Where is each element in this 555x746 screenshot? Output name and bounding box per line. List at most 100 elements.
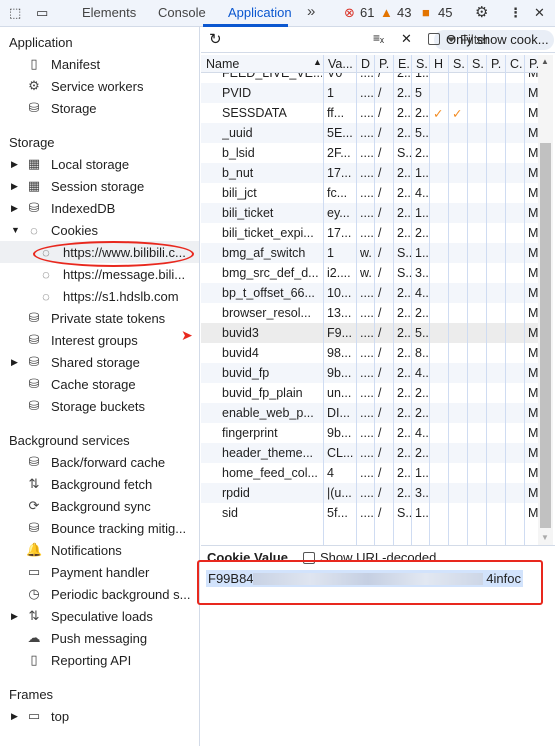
more-options-icon[interactable]: ⋮ — [509, 5, 522, 21]
refresh-icon[interactable]: ↻ — [209, 30, 222, 48]
table-row[interactable]: bmg_af_switch 1 w. / S.. 1.. M — [201, 243, 538, 263]
sidebar-item-session-storage[interactable]: ▶ ▦ Session storage — [0, 175, 199, 197]
column-divider[interactable] — [323, 55, 324, 545]
issue-count[interactable]: 45 — [438, 5, 452, 20]
sidebar-item-cookies[interactable]: ▼ ◌ Cookies — [0, 219, 199, 241]
table-row[interactable]: sid 5f....... / S.. 1.. M — [201, 503, 538, 523]
close-icon[interactable]: ✕ — [534, 5, 545, 21]
column-divider[interactable] — [429, 55, 430, 545]
sort-ascending-icon[interactable]: ▲ — [313, 57, 322, 67]
sidebar-item-speculative-loads[interactable]: ▶ ⇅ Speculative loads — [0, 605, 199, 627]
sidebar-item-local-storage[interactable]: ▶ ▦ Local storage — [0, 153, 199, 175]
scrollbar-thumb[interactable] — [540, 143, 551, 528]
cookie-site-hdslb[interactable]: ◌ https://s1.hdslb.com — [0, 285, 199, 307]
sidebar-item-service-workers[interactable]: ⚙ Service workers — [0, 75, 199, 97]
table-row[interactable]: buvid3 F9....... / 2.. 5.. M — [201, 323, 538, 343]
scroll-up-icon[interactable]: ▲ — [541, 57, 549, 66]
sidebar-item-indexeddb[interactable]: ▶ ⛁ IndexedDB — [0, 197, 199, 219]
sidebar-item-reporting-api[interactable]: ▯ Reporting API — [0, 649, 199, 671]
column-header[interactable]: P. — [379, 57, 389, 71]
column-divider[interactable] — [356, 55, 357, 545]
error-count[interactable]: 61 — [360, 5, 374, 20]
tab-application[interactable]: Application — [228, 5, 292, 20]
expand-arrow-icon[interactable]: ▶ — [11, 203, 18, 214]
scroll-down-icon[interactable]: ▼ — [541, 533, 549, 542]
column-divider[interactable] — [505, 55, 506, 545]
sidebar-item-bounce-tracking[interactable]: ⛁ Bounce tracking mitig... — [0, 517, 199, 539]
table-row[interactable]: bili_jct fc....... / 2.. 4.. M — [201, 183, 538, 203]
column-header[interactable]: P. — [491, 57, 501, 71]
table-cell: / — [378, 166, 382, 180]
column-header[interactable]: Va... — [328, 57, 353, 71]
table-row[interactable]: b_nut 17....... / 2.. 1.. M — [201, 163, 538, 183]
sidebar-item-frame-top[interactable]: ▶ ▭ top — [0, 705, 199, 727]
expand-arrow-icon[interactable]: ▶ — [11, 357, 18, 368]
column-header[interactable]: Name — [206, 57, 239, 71]
expand-arrow-icon[interactable]: ▶ — [11, 711, 18, 722]
delete-selected-icon[interactable]: ✕ — [401, 31, 412, 47]
clear-all-icon[interactable]: ≡ₓ — [373, 31, 384, 45]
expand-arrow-icon[interactable]: ▶ — [11, 611, 18, 622]
sidebar-item-interest-groups[interactable]: ⛁ Interest groups — [0, 329, 199, 351]
table-row[interactable]: home_feed_col... 4.... / 2.. 1.. M — [201, 463, 538, 483]
table-row[interactable]: SESSDATA ff....... / 2.. 2.. ✓ ✓ M — [201, 103, 538, 123]
sidebar-item-cache-storage[interactable]: ⛁ Cache storage — [0, 373, 199, 395]
table-row[interactable]: bmg_src_def_d... i2.... w. / S.. 3.. M — [201, 263, 538, 283]
column-header[interactable]: S. — [472, 57, 484, 71]
table-cell: M — [528, 126, 538, 140]
expand-arrow-icon[interactable]: ▶ — [11, 181, 18, 192]
only-show-checkbox[interactable] — [428, 33, 440, 45]
table-row[interactable]: PVID 1.... / 2.. 5 M — [201, 83, 538, 103]
cookie-site-message[interactable]: ◌ https://message.bili... — [0, 263, 199, 285]
tab-elements[interactable]: Elements — [82, 5, 136, 20]
column-divider[interactable] — [393, 55, 394, 545]
sidebar-item-storage-buckets[interactable]: ⛁ Storage buckets — [0, 395, 199, 417]
table-row[interactable]: bp_t_offset_66... 10....... / 2.. 4.. M — [201, 283, 538, 303]
column-header[interactable]: S. — [416, 57, 428, 71]
table-row[interactable]: buvid_fp_plain un....... / 2.. 2.. M — [201, 383, 538, 403]
column-header[interactable]: D — [361, 57, 370, 71]
more-tabs-button[interactable]: » — [307, 3, 315, 20]
table-row[interactable]: bili_ticket_expi... 17....... / 2.. 2.. M — [201, 223, 538, 243]
sidebar-item-private-state-tokens[interactable]: ⛁ Private state tokens — [0, 307, 199, 329]
device-toolbar-icon[interactable]: ▭ — [36, 5, 48, 21]
sidebar-item-background-sync[interactable]: ⟳ Background sync — [0, 495, 199, 517]
column-divider[interactable] — [448, 55, 449, 545]
sidebar-item-periodic-sync[interactable]: ◷ Periodic background s... — [0, 583, 199, 605]
table-row[interactable]: enable_web_p... DI....... / 2.. 2.. M — [201, 403, 538, 423]
table-row[interactable]: header_theme... CL....... / 2.. 2.. M — [201, 443, 538, 463]
tab-console[interactable]: Console — [158, 5, 206, 20]
column-divider[interactable] — [486, 55, 487, 545]
table-row[interactable]: browser_resol... 13....... / 2.. 2.. M — [201, 303, 538, 323]
table-row[interactable]: buvid4 98....... / 2.. 8.. M — [201, 343, 538, 363]
sidebar-item-manifest[interactable]: ▯ Manifest — [0, 53, 199, 75]
sidebar-item-push-messaging[interactable]: ☁ Push messaging — [0, 627, 199, 649]
sidebar-item-payment-handler[interactable]: ▭ Payment handler — [0, 561, 199, 583]
column-header[interactable]: E. — [398, 57, 410, 71]
column-divider[interactable] — [411, 55, 412, 545]
sidebar-item-shared-storage[interactable]: ▶ ⛁ Shared storage — [0, 351, 199, 373]
warning-count[interactable]: 43 — [397, 5, 411, 20]
column-divider[interactable] — [524, 55, 525, 545]
column-header[interactable]: S. — [453, 57, 465, 71]
table-row[interactable]: rpdid |(u....... / 2.. 3.. M — [201, 483, 538, 503]
settings-gear-icon[interactable]: ⚙ — [475, 3, 488, 21]
collapse-arrow-icon[interactable]: ▼ — [11, 225, 20, 235]
table-row[interactable]: _uuid 5E....... / 2.. 5.. M — [201, 123, 538, 143]
table-row[interactable]: bili_ticket ey....... / 2.. 1.. M — [201, 203, 538, 223]
table-row[interactable]: FEED_LIVE_VE... V0.... / 2.. 1.. M — [201, 73, 538, 83]
table-row[interactable]: buvid_fp 9b....... / 2.. 4.. M — [201, 363, 538, 383]
column-divider[interactable] — [467, 55, 468, 545]
column-header[interactable]: H — [434, 57, 443, 71]
sidebar-item-background-fetch[interactable]: ⇅ Background fetch — [0, 473, 199, 495]
table-row[interactable]: fingerprint 9b....... / 2.. 4.. M — [201, 423, 538, 443]
table-cell: b_lsid — [222, 146, 255, 160]
sidebar-item-bfcache[interactable]: ⛁ Back/forward cache — [0, 451, 199, 473]
sidebar-item-notifications[interactable]: 🔔 Notifications — [0, 539, 199, 561]
table-row[interactable]: b_lsid 2F....... / S.. 2.. M — [201, 143, 538, 163]
inspect-element-icon[interactable]: ⬚ — [9, 5, 21, 21]
column-divider[interactable] — [374, 55, 375, 545]
sidebar-item-storage[interactable]: ⛁ Storage — [0, 97, 199, 119]
expand-arrow-icon[interactable]: ▶ — [11, 159, 18, 170]
column-header[interactable]: C. — [510, 57, 523, 71]
